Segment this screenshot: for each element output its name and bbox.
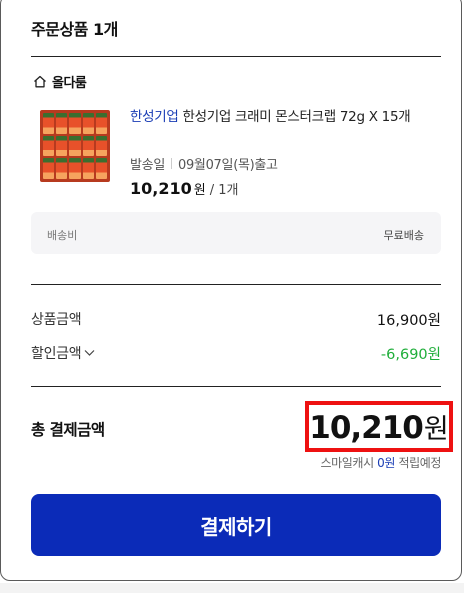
product-price-value: 10,210	[130, 179, 192, 198]
discount-amount-value: -6,690원	[380, 347, 441, 363]
discount-amount-label: 할인금액	[31, 346, 82, 362]
total-payment-amount: 10,210 원	[305, 401, 453, 452]
product-quantity: / 1개	[209, 183, 239, 198]
page-bottom-strip	[0, 583, 464, 593]
product-name-link[interactable]: 한성기업 한성기업 크래미 몬스터크랩 72g X 15개	[130, 106, 442, 128]
delivery-fee-label: 배송비	[47, 229, 78, 242]
ship-separator	[170, 158, 172, 169]
divider	[31, 284, 441, 285]
discount-amount-row: 할인금액 -6,690원	[31, 343, 441, 363]
ship-info: 발송일 09월07일(목)출고	[130, 154, 278, 173]
product-price-unit: 원	[193, 183, 206, 198]
smile-cash-suffix: 적립예정	[398, 456, 441, 470]
smile-cash-note: 스마일캐시 0원 적립예정	[320, 454, 442, 471]
product-title: 한성기업 크래미 몬스터크랩 72g X 15개	[182, 109, 411, 125]
discount-toggle[interactable]: 할인금액	[31, 343, 95, 363]
order-items-title: 주문상품 1개	[31, 20, 118, 39]
ship-label: 발송일	[130, 158, 165, 173]
smile-cash-amount: 0원	[377, 456, 396, 470]
chevron-down-icon	[84, 345, 95, 361]
ship-date: 09월07일(목)출고	[177, 158, 278, 173]
delivery-fee-value: 무료배송	[383, 229, 424, 242]
product-brand: 한성기업	[130, 109, 179, 125]
total-amount-unit: 원	[423, 414, 449, 445]
smile-cash-prefix: 스마일캐시	[320, 456, 375, 470]
goods-amount-label: 상품금액	[31, 312, 82, 328]
product-thumbnail[interactable]	[40, 110, 110, 182]
pay-button[interactable]: 결제하기	[31, 494, 441, 556]
delivery-fee-box: 배송비 무료배송	[31, 212, 441, 254]
goods-amount-row: 상품금액 16,900원	[31, 309, 441, 329]
divider	[31, 386, 441, 387]
store-link[interactable]: 올다룸	[33, 72, 87, 91]
divider	[31, 56, 441, 57]
goods-amount-value: 16,900원	[376, 313, 441, 329]
store-name: 올다룸	[52, 76, 87, 91]
product-price: 10,210 원 / 1개	[130, 179, 238, 198]
total-payment-label: 총 결제금액	[31, 421, 105, 439]
home-icon	[33, 75, 47, 88]
total-amount-value: 10,210	[309, 410, 424, 446]
